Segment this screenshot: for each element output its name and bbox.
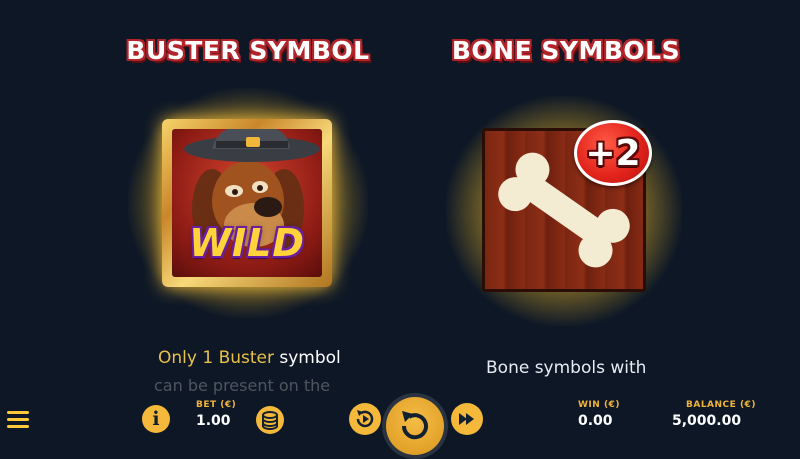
spin-button[interactable]: [386, 397, 444, 455]
bet-label: BET (€): [196, 400, 237, 410]
bone-description-line1: Bone symbols with: [486, 358, 647, 378]
buster-symbol-heading: BUSTER SYMBOL: [126, 36, 370, 65]
buster-description-line2: can be present on the: [154, 376, 331, 395]
wild-label: WILD: [189, 221, 305, 265]
buster-description-suffix: symbol: [279, 348, 341, 368]
autoplay-button[interactable]: [349, 403, 381, 435]
balance-label: BALANCE (€): [686, 400, 756, 410]
buster-description-line1: Only 1 Buster symbol: [158, 348, 341, 368]
plus-two-badge: +2: [574, 120, 652, 186]
autoplay-icon: [356, 410, 374, 428]
bet-value: 1.00: [196, 413, 231, 429]
spin-icon: [401, 411, 428, 440]
win-label: WIN (€): [578, 400, 620, 410]
fast-forward-icon: [459, 413, 474, 425]
balance-value: 5,000.00: [672, 413, 742, 429]
bone-symbols-heading: BONE SYMBOLS: [451, 36, 681, 65]
coin-stack-icon: [262, 411, 278, 430]
info-button[interactable]: i: [142, 405, 170, 433]
fast-forward-button[interactable]: [451, 403, 483, 435]
menu-icon[interactable]: [7, 411, 29, 428]
coin-stack-button[interactable]: [256, 406, 284, 434]
buster-description-prefix: Only 1 Buster: [158, 348, 274, 368]
wild-symbol-tile: WILD: [162, 119, 332, 287]
win-value: 0.00: [578, 413, 613, 429]
